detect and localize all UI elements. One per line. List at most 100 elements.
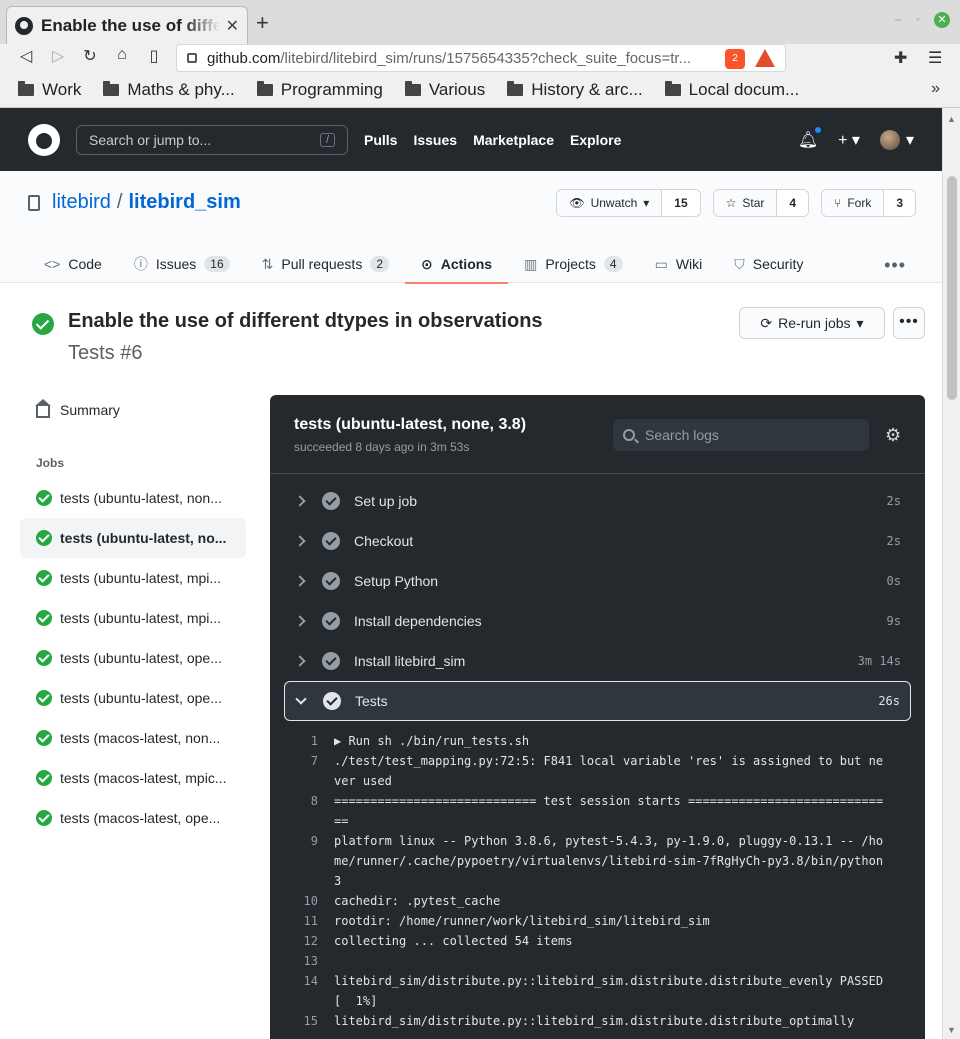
tab-issues[interactable]: ⓘ Issues 16	[118, 245, 246, 283]
tab-pull-requests[interactable]: ⇅ Pull requests 2	[246, 245, 405, 283]
extensions-icon[interactable]: ✚	[894, 48, 907, 68]
fork-count[interactable]: 3	[884, 190, 915, 216]
step-check-icon	[322, 612, 340, 630]
more-options-button[interactable]: •••	[893, 307, 925, 339]
repo-header: litebird / litebird_sim 👁︎ Unwatch ▾ 15 ☆ S…	[0, 171, 942, 284]
fork-icon: ⑂	[834, 196, 842, 210]
job-item[interactable]: tests (macos-latest, mpic...	[20, 758, 246, 798]
maximize-icon[interactable]: ◦	[916, 12, 920, 28]
step-row[interactable]: Set up job 2s	[284, 481, 911, 521]
tab-bar: Enable the use of different dtypes in ob…	[0, 0, 960, 44]
tab-wiki[interactable]: ▭ Wiki	[639, 245, 719, 283]
nav-explore[interactable]: Explore	[570, 132, 621, 148]
bookmark-icon[interactable]: ▯	[142, 46, 166, 66]
sync-icon: ⟳	[760, 314, 773, 331]
jobs-sidebar: Summary Jobs tests (ubuntu-latest, non..…	[20, 392, 246, 838]
run-title: Enable the use of different dtypes in ob…	[68, 310, 543, 332]
search-input[interactable]: Search or jump to... /	[76, 124, 348, 155]
brave-rewards-icon[interactable]	[755, 49, 775, 67]
folder-icon	[507, 81, 524, 96]
issues-counter: 16	[204, 256, 230, 272]
user-menu[interactable]: ▾	[879, 129, 914, 150]
create-new-plus-icon[interactable]: + ▾	[838, 130, 860, 150]
bookmark-folder[interactable]: Various	[404, 80, 485, 100]
job-item[interactable]: tests (ubuntu-latest, ope...	[20, 638, 246, 678]
log-line: 11 rootdir: /home/runner/work/litebird_si…	[303, 914, 710, 928]
step-row[interactable]: Install litebird_sim 3m 14s	[284, 641, 911, 681]
rerun-jobs-button[interactable]: ⟳ Re-run jobs ▾	[739, 307, 885, 339]
step-row-expanded[interactable]: Tests 26s	[284, 681, 911, 721]
page-scrollbar[interactable]: ▲ ▼	[942, 108, 960, 1039]
bookmark-folder[interactable]: Local docum...	[664, 80, 799, 100]
job-item[interactable]: tests (ubuntu-latest, ope...	[20, 678, 246, 718]
page: Search or jump to... / Pulls Issues Mark…	[0, 108, 942, 1039]
tab-security[interactable]: ⛉ Security	[718, 245, 819, 283]
brave-shield-icon[interactable]: 2	[725, 49, 745, 69]
repo-name-link[interactable]: litebird_sim	[128, 191, 240, 214]
pulls-counter: 2	[370, 256, 390, 272]
repo-owner-link[interactable]: litebird	[52, 191, 111, 214]
bookmark-folder[interactable]: Programming	[256, 80, 383, 100]
tab-projects[interactable]: ▥ Projects 4	[508, 245, 639, 283]
scrollbar-thumb[interactable]	[947, 176, 957, 400]
nav-marketplace[interactable]: Marketplace	[473, 132, 554, 148]
step-row[interactable]: Checkout 2s	[284, 521, 911, 561]
star-button[interactable]: ☆ Star 4	[712, 189, 810, 217]
issue-icon: ⓘ	[133, 256, 148, 272]
close-tab-icon[interactable]: ✕	[226, 16, 239, 36]
star-count[interactable]: 4	[777, 190, 809, 216]
reload-icon[interactable]: ↻	[78, 46, 102, 66]
step-row[interactable]: Install dependencies 9s	[284, 601, 911, 641]
log-output: 1 ▶ Run sh ./bin/run_tests.sh 7 ./test/tes…	[284, 731, 911, 1031]
scroll-up-icon[interactable]: ▲	[947, 114, 956, 124]
new-tab-icon[interactable]: +	[256, 10, 269, 36]
chevron-right-icon	[294, 575, 306, 587]
watch-count[interactable]: 15	[662, 190, 700, 216]
avatar	[879, 129, 900, 150]
nav-row: ◁ ▷ ↻ ⌂ ▯ github.com/litebird/litebird_s…	[0, 44, 960, 72]
browser-tab[interactable]: Enable the use of different dtypes in ob…	[6, 6, 248, 44]
job-item[interactable]: tests (macos-latest, ope...	[20, 798, 246, 838]
job-item[interactable]: tests (ubuntu-latest, no...	[20, 518, 246, 558]
step-check-icon	[323, 692, 341, 710]
job-item[interactable]: tests (ubuntu-latest, mpi...	[20, 598, 246, 638]
header-actions: 🔔︎ + ▾ ▾	[798, 125, 914, 150]
close-window-icon[interactable]: ✕	[934, 12, 950, 28]
step-row[interactable]: Setup Python 0s	[284, 561, 911, 601]
back-icon[interactable]: ◁	[14, 46, 38, 66]
scroll-down-icon[interactable]: ▼	[947, 1025, 956, 1035]
folder-icon	[664, 81, 681, 96]
forward-icon[interactable]: ▷	[46, 46, 70, 66]
menu-icon[interactable]: ☰	[928, 48, 942, 68]
job-item[interactable]: tests (macos-latest, non...	[20, 718, 246, 758]
summary-link[interactable]: Summary	[20, 392, 246, 428]
github-logo-icon[interactable]	[28, 123, 60, 156]
nav-pulls[interactable]: Pulls	[364, 132, 397, 148]
job-item[interactable]: tests (ubuntu-latest, non...	[20, 478, 246, 518]
bookmarks-overflow-icon[interactable]: »	[931, 80, 940, 98]
home-icon[interactable]: ⌂	[110, 46, 134, 64]
tab-actions[interactable]: ⊙ Actions	[405, 245, 509, 284]
minimize-icon[interactable]: –	[895, 12, 902, 28]
unwatch-button[interactable]: 👁︎ Unwatch ▾ 15	[556, 189, 701, 217]
tab-title: Enable the use of different dtypes in ob…	[41, 15, 220, 35]
log-line[interactable]: 1 ▶ Run sh ./bin/run_tests.sh	[284, 731, 911, 751]
gear-icon[interactable]: ⚙	[885, 425, 901, 446]
star-icon: ☆	[725, 196, 737, 210]
success-check-icon	[36, 690, 52, 706]
more-tabs-icon[interactable]: •••	[884, 255, 906, 276]
run-subtitle: Tests #6	[68, 342, 143, 364]
notifications-bell-icon[interactable]: 🔔︎	[798, 125, 823, 150]
tab-code[interactable]: <> Code	[28, 245, 118, 283]
fork-button[interactable]: ⑂ Fork 3	[821, 189, 916, 217]
bookmark-folder[interactable]: Maths & phy...	[103, 80, 235, 100]
bookmark-folder[interactable]: History & arc...	[507, 80, 643, 100]
bookmark-folder[interactable]: Work	[18, 80, 81, 100]
log-line: 12 collecting ... collected 54 items	[303, 934, 573, 948]
job-item[interactable]: tests (ubuntu-latest, mpi...	[20, 558, 246, 598]
address-bar[interactable]: github.com/litebird/litebird_sim/runs/15…	[176, 44, 786, 72]
search-icon	[623, 429, 635, 441]
search-logs-input[interactable]: Search logs	[613, 419, 869, 451]
nav-issues[interactable]: Issues	[413, 132, 457, 148]
success-check-icon	[36, 530, 52, 546]
